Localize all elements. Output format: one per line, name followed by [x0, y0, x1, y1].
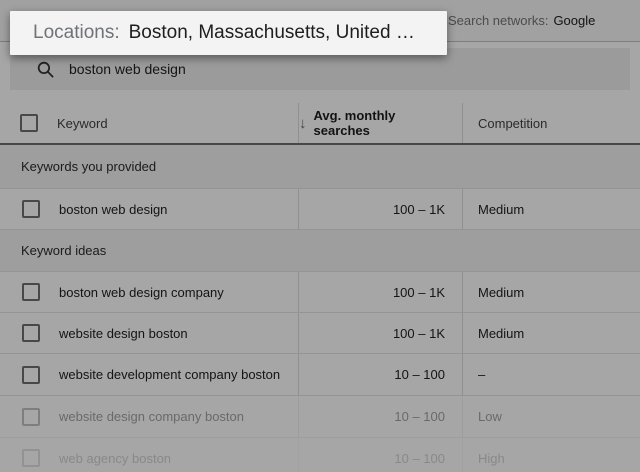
- locations-label: Locations:: [33, 22, 120, 43]
- locations-callout[interactable]: Locations: Boston, Massachusetts, United…: [10, 11, 447, 55]
- locations-value: Boston, Massachusetts, United …: [128, 22, 415, 43]
- dim-overlay: [0, 0, 640, 472]
- keyword-planner-page: Search networks: Google Keyword ↓ Avg. m…: [0, 0, 640, 472]
